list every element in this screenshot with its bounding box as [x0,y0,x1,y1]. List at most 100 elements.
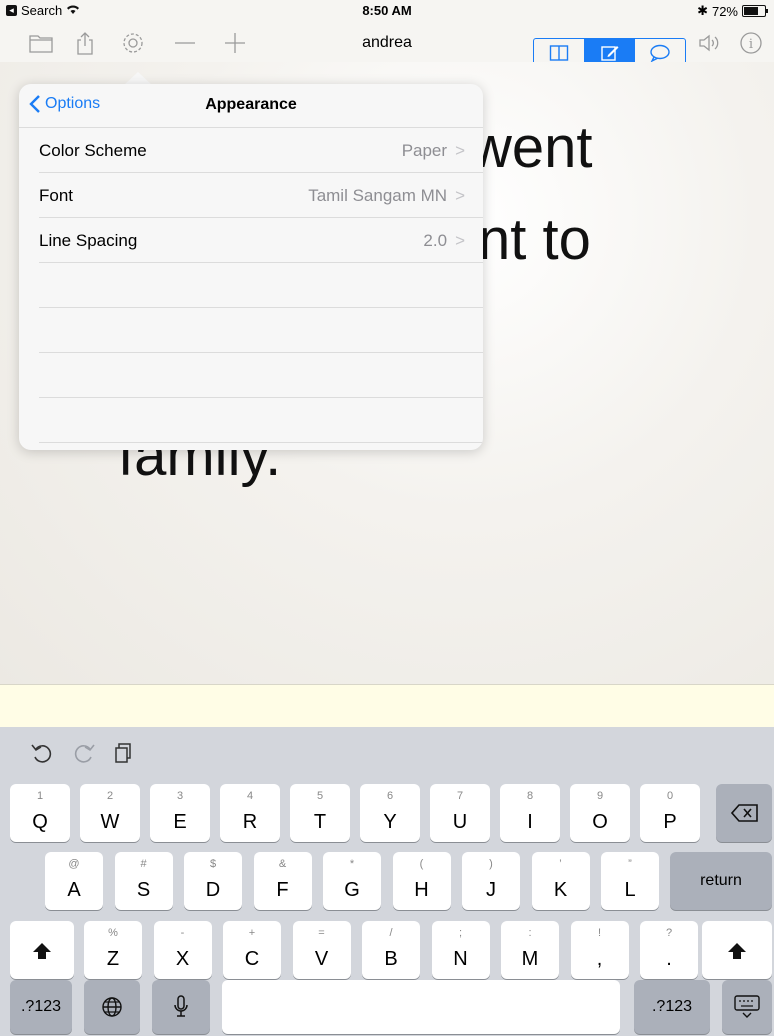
row-label: Color Scheme [39,141,147,160]
row-value: Tamil Sangam MN [308,186,448,205]
key[interactable]: 3E [150,784,210,842]
key[interactable]: + C [223,921,281,979]
speaker-icon[interactable] [696,30,722,56]
bluetooth-icon: ✱ [697,3,708,18]
backspace-icon [731,804,758,822]
key[interactable]: # S [114,852,173,910]
return-label: return [700,872,742,889]
globe-key[interactable] [84,980,140,1034]
key-primary-label: R [242,811,258,833]
key[interactable]: 7U [430,784,490,842]
key-primary-label: I [527,811,533,833]
popover-header: Options Appearance [19,84,483,128]
row-label: Font [39,186,74,205]
key-secondary-label: 7 [456,790,464,802]
delete-key[interactable] [716,784,772,842]
key[interactable]: 1Q [10,784,70,842]
key-secondary-label: 5 [316,790,324,802]
key-secondary-label: ! [597,927,602,939]
status-time: 8:50 AM [362,3,412,18]
key[interactable]: !, [570,921,629,979]
shift-key-left[interactable] [10,921,74,979]
key-secondary-label: # [140,858,147,870]
shift-icon [33,943,51,959]
key[interactable]: ?. [640,921,698,979]
key[interactable]: 6Y [360,784,420,842]
key-secondary-label: ? [665,927,673,939]
key[interactable]: @ A [45,852,103,910]
book-icon [549,45,569,61]
key-primary-label: Y [383,811,397,833]
shift-key-right[interactable] [702,921,772,979]
svg-text:i: i [749,37,753,52]
space-bar[interactable] [222,980,620,1034]
key-primary-label: J [486,879,496,901]
key[interactable]: 5T [290,784,350,842]
hide-keyboard-key[interactable] [722,980,772,1034]
key-secondary-label: + [248,927,256,939]
dictation-key[interactable] [152,980,210,1034]
key-primary-label: K [553,879,568,901]
key-primary-label: M [521,948,539,970]
numbers-key-right[interactable]: .?123 [634,980,710,1034]
key[interactable]: ’ K [531,852,590,910]
key-secondary-label: : [528,927,532,939]
key[interactable]: = V [292,921,351,979]
key[interactable]: $ D [184,852,242,910]
key[interactable]: ” L [601,852,659,910]
key-primary-label: , [596,948,603,970]
key-primary-label: X [175,948,190,970]
key[interactable]: 2W [80,784,140,842]
key-primary-label: D [205,879,221,901]
empty-row [39,263,483,308]
key[interactable]: -X [153,921,212,979]
key[interactable]: / B [362,921,420,979]
key-secondary-label: 1 [36,790,44,802]
chevron-right-icon: > [455,141,465,160]
key[interactable]: % Z [84,921,142,979]
paste-icon[interactable] [112,741,132,770]
key[interactable]: (H [392,852,451,910]
key-secondary-label: ” [628,858,632,870]
key-secondary-label: ) [489,858,493,870]
key[interactable]: 8I [500,784,560,842]
text-input-strip[interactable] [0,684,774,728]
return-key[interactable]: return [670,852,772,910]
globe-icon [102,997,122,1017]
empty-row [39,353,483,398]
key-primary-label: O [592,811,608,833]
key-primary-label: Q [32,811,48,833]
key-secondary-label: 6 [386,790,394,802]
redo-icon[interactable] [72,741,96,770]
undo-icon[interactable] [30,741,54,770]
key-primary-label: T [313,811,327,833]
key-primary-label: F [276,879,289,901]
color-scheme-row[interactable]: Color Scheme Paper > [39,128,483,173]
info-icon[interactable]: i [738,30,764,56]
font-row[interactable]: Font Tamil Sangam MN > [39,173,483,218]
key-secondary-label: ’ [559,858,562,870]
key[interactable]: 0P [640,784,700,842]
key-secondary-label: @ [68,858,80,870]
key[interactable]: & F [253,852,312,910]
numbers-key-left[interactable]: .?123 [10,980,72,1034]
key[interactable]: ; N [431,921,490,979]
battery-fill [744,7,759,15]
key[interactable]: * G [323,852,381,910]
key[interactable]: 9O [570,784,630,842]
chevron-right-icon: > [455,231,465,250]
key[interactable]: :M [501,921,559,979]
compose-icon [600,46,618,61]
line-spacing-row[interactable]: Line Spacing 2.0 > [39,218,483,263]
appearance-popover: Options Appearance Color Scheme Paper > F… [19,84,483,450]
key-primary-label: N [453,948,468,970]
key-secondary-label: - [180,927,185,939]
key-primary-label: S [136,879,151,901]
key[interactable]: ) J [462,852,520,910]
key-secondary-label: 9 [596,790,604,802]
doc-line-1: went [470,115,593,180]
row-value: Paper [401,141,448,160]
key-secondary-label: * [349,858,355,870]
microphone-icon [174,995,188,1017]
key[interactable]: 4R [220,784,280,842]
